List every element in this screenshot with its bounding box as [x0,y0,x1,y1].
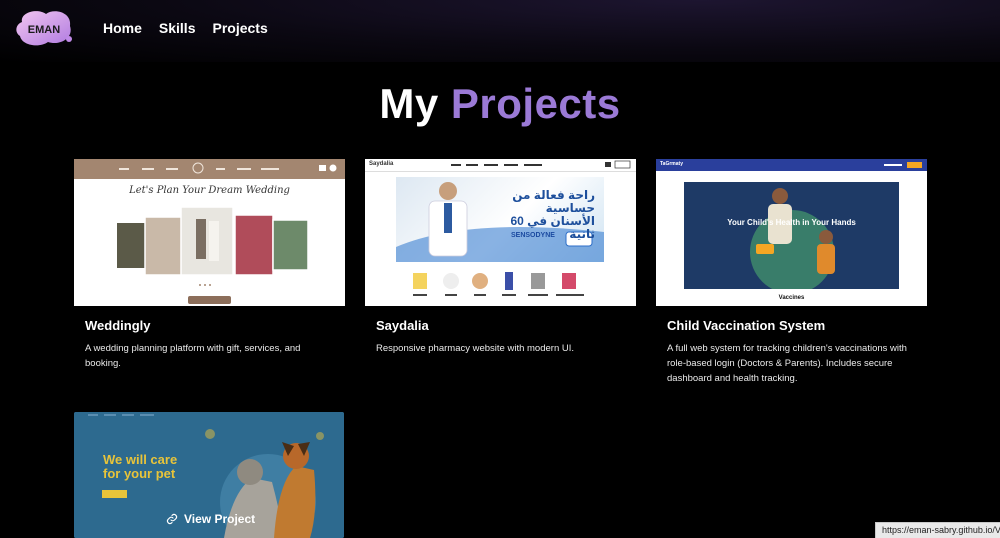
logo-text: EMAN [28,24,60,36]
thumbnail-nav-links [884,162,922,168]
project-description: Responsive pharmacy website with modern … [376,343,575,354]
nav-home-link[interactable]: Home [103,20,142,36]
pet-thumbnail-heading: We will care for your pet [103,453,177,481]
nav-skills-link[interactable]: Skills [159,20,196,36]
view-project-label: View Project [184,512,256,526]
thumbnail-cta-button [188,296,231,304]
site-logo[interactable]: EMAN [14,8,74,48]
pet-heading-line1: We will care [103,452,178,467]
project-thumbnail[interactable]: Let's Plan Your Dream Wedding [74,159,345,306]
thumbnail-nav-links [119,162,337,174]
project-title: Child Vaccination System [667,318,826,333]
thumbnail-hero: Your Child's Health in Your Hands [684,182,899,294]
thumbnail-section-title: Vaccines [778,295,805,301]
project-description: A wedding planning platform with gift, s… [85,343,301,369]
thumbnail-nav-links [451,160,631,169]
project-card-weddingly[interactable]: Let's Plan Your Dream Wedding Weddingly … [74,159,345,369]
thumbnail-navbar: TaGrmaty [656,159,927,171]
thumbnail-navbar: Saydalia [365,159,636,172]
pet-heading-line2: for your pet [103,466,176,481]
doctor-child-illustration [750,188,835,294]
section-title-accent: Projects [450,80,621,127]
pet-thumbnail-cta [102,490,127,498]
link-icon [166,513,178,525]
product-categories [413,272,584,296]
project-title: Saydalia [376,318,429,333]
nav-projects-link[interactable]: Projects [213,20,268,36]
project-thumbnail[interactable]: TaGrmaty Your Child's Health in Your Han… [656,159,927,306]
thumbnail-brand: SENSODYNE [511,232,555,239]
section-title: My Projects [0,80,1000,128]
view-project-link[interactable]: View Project [166,512,255,526]
project-description: A full web system for tracking children'… [667,343,907,384]
status-bar-url: https://eman-sabry.github.io/Ve [875,522,1000,538]
logo-blob-icon: EMAN [16,11,72,46]
section-title-plain: My [379,80,439,127]
project-card-child-vaccination[interactable]: TaGrmaty Your Child's Health in Your Han… [656,159,927,384]
project-card-saydalia[interactable]: Saydalia راحة فعالة من حساسية الأسنان في… [365,159,636,354]
main-nav: Home Skills Projects [103,20,268,36]
thumbnail-heading: Let's Plan Your Dream Wedding [129,185,290,196]
project-thumbnail[interactable]: Saydalia راحة فعالة من حساسية الأسنان في… [365,159,636,306]
thumbnail-navbar [74,159,345,179]
thumbnail-heading: Your Child's Health in Your Hands [727,218,856,227]
wedding-photos-image [117,206,309,286]
project-title: Weddingly [85,318,151,333]
